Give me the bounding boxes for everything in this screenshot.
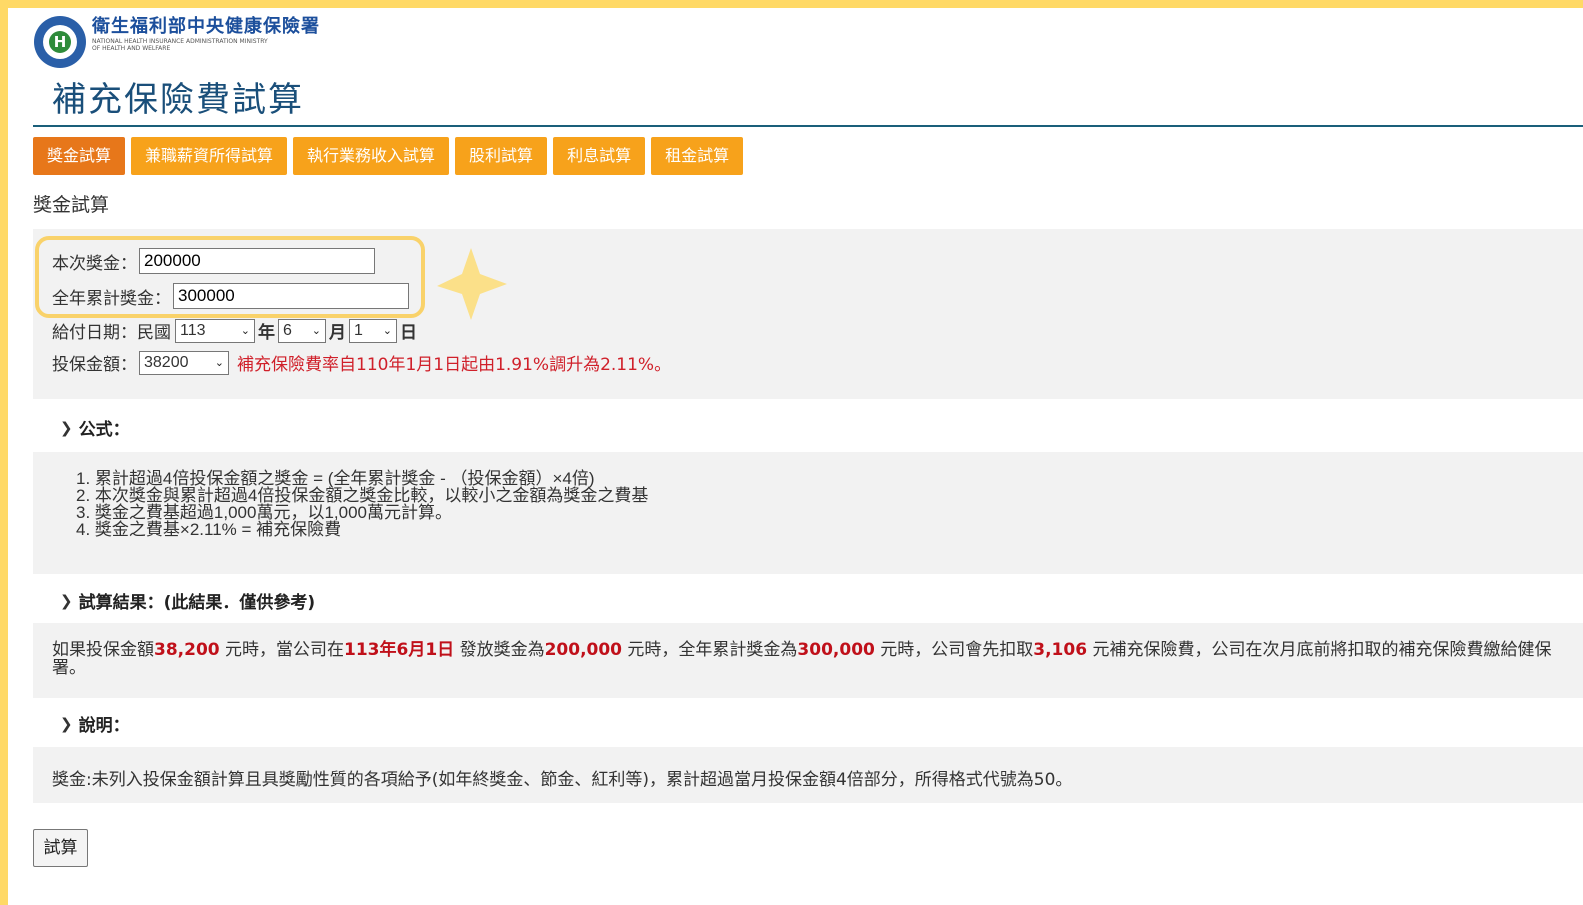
result-text-part: 元時，全年累計獎金為 bbox=[622, 640, 798, 660]
frame-top-border bbox=[0, 0, 1583, 8]
year-unit: 年 bbox=[258, 323, 275, 343]
chevron-down-icon: ⌄ bbox=[240, 325, 250, 337]
formula-heading-text: 公式： bbox=[78, 420, 130, 440]
page-title: 補充保險費試算 bbox=[52, 80, 304, 120]
highlight-annotation-box bbox=[35, 236, 425, 318]
result-annual-bonus: 300,000 bbox=[797, 640, 875, 660]
section-title: 獎金試算 bbox=[33, 194, 110, 216]
month-select[interactable]: 6 ⌄ bbox=[278, 318, 326, 343]
frame-left-border bbox=[0, 0, 8, 905]
tab-rent[interactable]: 租金試算 bbox=[651, 137, 744, 175]
result-text-part: 如果投保金額 bbox=[52, 640, 154, 660]
year-value: 113 bbox=[180, 321, 206, 339]
formula-line: 2. 本次獎金與累計超過4倍投保金額之獎金比較，以較小之金額為獎金之費基 bbox=[76, 486, 649, 505]
org-name: 衛生福利部中央健康保險署 bbox=[92, 16, 320, 37]
chevron-down-icon: ⌄ bbox=[311, 325, 321, 337]
org-en-line2: OF HEALTH AND WELFARE bbox=[92, 45, 171, 52]
chevron-down-icon: ⌄ bbox=[382, 325, 392, 337]
result-bonus: 200,000 bbox=[544, 640, 623, 660]
chevron-down-icon: ⌄ bbox=[214, 357, 224, 369]
tab-dividend[interactable]: 股利試算 bbox=[455, 137, 548, 175]
explain-heading-text: 說明： bbox=[78, 716, 130, 736]
header-logo[interactable]: H 衛生福利部中央健康保險署 NATIONAL HEALTH INSURANCE… bbox=[34, 16, 320, 68]
tab-interest[interactable]: 利息試算 bbox=[553, 137, 646, 175]
date-label: 給付日期：民國 bbox=[52, 323, 171, 343]
formula-heading: ❯ 公式： bbox=[60, 415, 130, 441]
chevron-right-icon: ❯ bbox=[60, 418, 73, 437]
result-heading: ❯ 試算結果：(此結果．僅供參考) bbox=[60, 588, 316, 614]
tab-bonus[interactable]: 獎金試算 bbox=[33, 137, 126, 175]
formula-line: 1. 累計超過4倍投保金額之獎金 = (全年累計獎金 - （投保金額）×4倍) bbox=[76, 469, 595, 488]
day-select[interactable]: 1 ⌄ bbox=[349, 318, 397, 343]
star-icon bbox=[437, 248, 507, 320]
formula-line: 3. 獎金之費基超過1,000萬元，以1,000萬元計算。 bbox=[76, 503, 452, 522]
org-en-line1: NATIONAL HEALTH INSURANCE ADMINISTRATION… bbox=[92, 38, 268, 45]
result-date: 113年6月1日 bbox=[344, 640, 455, 660]
tab-parttime-salary[interactable]: 兼職薪資所得試算 bbox=[131, 137, 288, 175]
insured-amount-value: 38200 bbox=[144, 353, 189, 371]
calculator-tabs: 獎金試算 兼職薪資所得試算 執行業務收入試算 股利試算 利息試算 租金試算 bbox=[33, 137, 744, 175]
rate-note: 補充保險費率自110年1月1日起由1.91%調升為2.11%。 bbox=[237, 355, 672, 375]
result-premium: 3,106 bbox=[1033, 640, 1088, 660]
explain-heading: ❯ 說明： bbox=[60, 711, 130, 737]
result-text-part: 發放獎金為 bbox=[454, 640, 545, 660]
chevron-right-icon: ❯ bbox=[60, 714, 73, 733]
day-value: 1 bbox=[354, 321, 363, 339]
insured-amount-label: 投保金額： bbox=[52, 355, 137, 375]
result-text: 如果投保金額38,200 元時，當公司在113年6月1日 發放獎金為200,00… bbox=[52, 641, 1572, 677]
nhi-logo-icon: H bbox=[34, 16, 86, 68]
title-divider bbox=[33, 125, 1583, 127]
result-heading-text: 試算結果：(此結果．僅供參考) bbox=[78, 593, 316, 613]
chevron-right-icon: ❯ bbox=[60, 591, 73, 610]
formula-line: 4. 獎金之費基×2.11% = 補充保險費 bbox=[76, 520, 342, 539]
explain-text: 獎金:未列入投保金額計算且具獎勵性質的各項給予(如年終獎金、節金、紅利等)，累計… bbox=[52, 770, 1073, 790]
calculate-button[interactable]: 試算 bbox=[33, 829, 88, 867]
month-unit: 月 bbox=[329, 323, 346, 343]
result-text-part: 元時，當公司在 bbox=[219, 640, 345, 660]
result-insured-amount: 38,200 bbox=[154, 640, 220, 660]
tab-professional-income[interactable]: 執行業務收入試算 bbox=[293, 137, 450, 175]
day-unit: 日 bbox=[400, 323, 417, 343]
year-select[interactable]: 113 ⌄ bbox=[175, 318, 255, 343]
insured-amount-select[interactable]: 38200 ⌄ bbox=[139, 350, 229, 375]
formula-list: 1. 累計超過4倍投保金額之獎金 = (全年累計獎金 - （投保金額）×4倍) … bbox=[76, 470, 648, 538]
month-value: 6 bbox=[283, 321, 292, 339]
result-text-part: 元時，公司會先扣取 bbox=[874, 640, 1034, 660]
